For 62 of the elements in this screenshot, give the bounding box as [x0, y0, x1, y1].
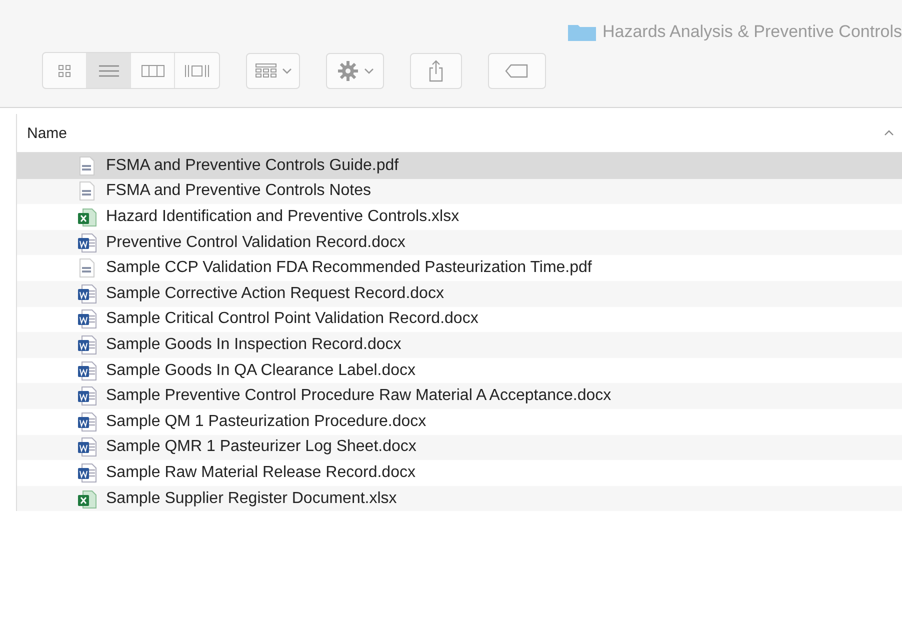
file-row[interactable]: FSMA and Preventive Controls Guide.pdf [17, 153, 902, 179]
file-name: Sample Supplier Register Document.xlsx [106, 490, 397, 508]
columns-icon [140, 64, 164, 78]
file-name: Sample Corrective Action Request Record.docx [106, 284, 444, 303]
action-button[interactable] [326, 52, 384, 88]
file-row[interactable]: Sample Goods In QA Clearance Label.docx [17, 358, 902, 384]
word-document-icon [77, 232, 97, 253]
file-name: Hazard Identification and Preventive Controls.xlsx [106, 208, 460, 226]
view-mode-control[interactable] [42, 52, 220, 89]
file-name: Sample Goods In QA Clearance Label.docx [106, 362, 416, 380]
file-name: Sample Goods In Inspection Record.docx [106, 336, 402, 354]
file-name: Sample CCP Validation FDA Recommended Pasteurization Time.pdf [106, 259, 592, 278]
document-icon [77, 258, 97, 278]
file-row[interactable]: FSMA and Preventive Controls Notes [17, 178, 902, 204]
file-row[interactable]: Sample Raw Material Release Record.docx [17, 460, 902, 486]
tag-icon [505, 64, 529, 78]
word-document-icon [77, 309, 97, 330]
word-document-icon [77, 284, 97, 304]
file-row[interactable]: Sample CCP Validation FDA Recommended Pasteurization Time.pdf [17, 255, 902, 281]
list-icon [98, 64, 120, 78]
word-document-icon [77, 462, 97, 483]
file-row[interactable]: Sample Supplier Register Document.xlsx [17, 486, 902, 512]
file-row[interactable]: Preventive Control Validation Record.docx [17, 230, 902, 256]
group-button[interactable] [246, 52, 300, 88]
word-document-icon [77, 412, 97, 432]
share-button[interactable] [410, 52, 462, 88]
name-column-label[interactable]: Name [27, 124, 68, 142]
gallery-icon [184, 64, 210, 78]
window-title: Hazards Analysis & Preventive Controls [602, 22, 902, 42]
list-view-button[interactable] [87, 53, 131, 88]
share-icon [428, 60, 444, 82]
spreadsheet-icon [77, 206, 97, 227]
file-name: Sample QM 1 Pasteurization Procedure.docx [106, 412, 426, 431]
grid-icon [254, 62, 276, 78]
document-icon [77, 156, 97, 176]
file-name: FSMA and Preventive Controls Notes [106, 182, 372, 200]
file-name: Sample Critical Control Point Validation Record.docx [106, 310, 478, 328]
word-document-icon [77, 334, 97, 355]
document-icon [77, 181, 97, 202]
file-row[interactable]: Sample Preventive Control Procedure Raw Material A Acceptance.docx [17, 383, 902, 409]
word-document-icon [77, 360, 97, 381]
file-row[interactable]: Sample Critical Control Point Validation Record.docx [17, 306, 902, 332]
spreadsheet-icon [77, 488, 97, 509]
file-name: Sample Preventive Control Procedure Raw Material A Acceptance.docx [106, 387, 612, 406]
file-name: FSMA and Preventive Controls Guide.pdf [106, 156, 399, 175]
file-row[interactable]: Sample Goods In Inspection Record.docx [17, 332, 902, 358]
caret-icon [364, 68, 374, 74]
file-row[interactable]: Sample QMR 1 Pasteurizer Log Sheet.docx [17, 434, 902, 460]
chevron-up-icon [884, 130, 894, 136]
file-row[interactable]: Sample Corrective Action Request Record.docx [17, 280, 902, 307]
gear-icon [336, 60, 358, 82]
word-document-icon [77, 386, 97, 406]
word-document-icon [77, 437, 97, 458]
file-row[interactable]: Sample QM 1 Pasteurization Procedure.docx [17, 408, 902, 435]
grid-icon [56, 64, 72, 78]
file-name: Sample QMR 1 Pasteurizer Log Sheet.docx [106, 438, 416, 456]
caret-icon [282, 68, 292, 74]
file-name: Preventive Control Validation Record.docx [106, 234, 406, 252]
folder-icon [568, 23, 596, 41]
file-name: Sample Raw Material Release Record.docx [106, 464, 416, 482]
tag-button[interactable] [488, 52, 546, 88]
file-row[interactable]: Hazard Identification and Preventive Controls.xlsx [17, 204, 902, 230]
